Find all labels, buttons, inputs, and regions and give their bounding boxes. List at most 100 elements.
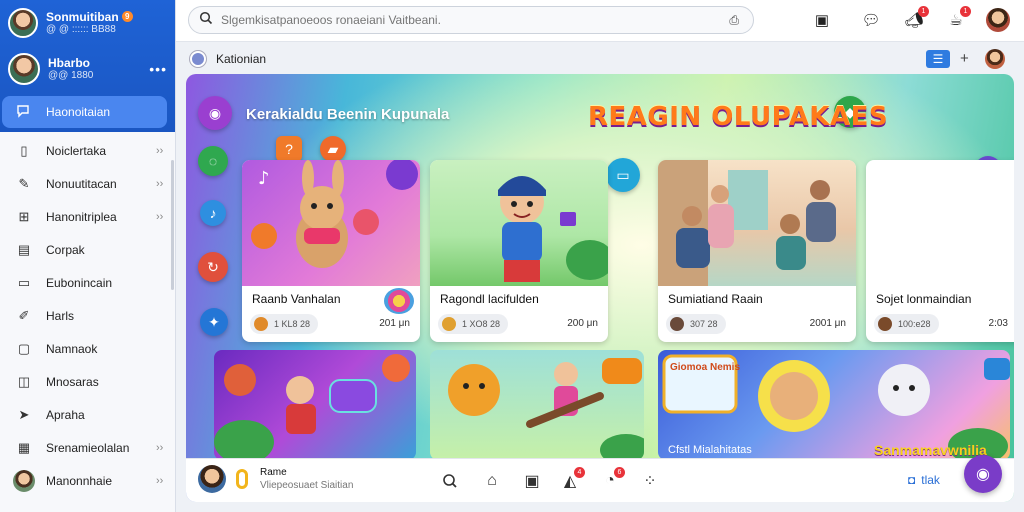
sidebar-item-label: Corpak bbox=[46, 242, 85, 257]
sidebar-item[interactable]: ➤ Apraha bbox=[0, 398, 176, 431]
app-bubble-icon[interactable]: ✦ bbox=[200, 308, 228, 336]
hero-banner: ◉ ◌ ♪ ↻ ✦ ♫ ▭ ◆ ◎ ◍ ✋ ▢ ♬ ? ▰ Kerakialdu… bbox=[186, 74, 1014, 502]
sidebar-item-label: Noiclertaka bbox=[46, 143, 107, 158]
document-icon: ▯ bbox=[20, 142, 28, 158]
sidebar-item[interactable]: ▤ Corpak bbox=[0, 233, 176, 266]
breadcrumb-label[interactable]: Kationian bbox=[216, 52, 266, 66]
card-thumbnail bbox=[866, 160, 1014, 286]
sidebar-item[interactable]: ▯ Noiclertaka ›› bbox=[0, 134, 176, 167]
secondary-account[interactable]: Hbarbo @@ 1880 ••• bbox=[8, 52, 167, 86]
dock-subtitle: Vliepeosuaet Siaitian bbox=[260, 480, 354, 491]
sidebar-item-active[interactable]: Haonoitaian bbox=[2, 96, 167, 128]
avatar bbox=[13, 469, 35, 492]
sidebar-item[interactable]: ⊞ Hanonitriplea ›› bbox=[0, 200, 176, 233]
section-title: Kerakialdu Beenin Kupunala bbox=[246, 106, 450, 123]
sidebar-item[interactable]: ◫ Mnosaras bbox=[0, 365, 176, 398]
content-card[interactable]: Sojet lonmaindian 100:e28 2:03 bbox=[866, 160, 1014, 342]
compass-icon[interactable]: ◭ 4 bbox=[560, 467, 585, 491]
app-bubble-icon[interactable]: ▰ bbox=[320, 136, 346, 162]
card-thumbnail bbox=[214, 354, 410, 460]
home-icon[interactable]: ⌂ bbox=[482, 471, 502, 491]
content-card[interactable] bbox=[430, 350, 644, 460]
hero-title: REAGIN OLUPAKAES bbox=[588, 102, 889, 132]
bottom-dock: Rame Vliepeosuaet Siaitian ⌂ ▣ ◭ 4 ◔ 6 ⁘ ◘… bbox=[186, 455, 1014, 502]
notification-badge: 1 bbox=[918, 6, 929, 17]
pencil-icon: ✐ bbox=[18, 307, 30, 323]
sidebar-item[interactable]: ▢ Namnaok bbox=[0, 332, 176, 365]
card-thumbnail: ♪ bbox=[242, 160, 420, 286]
avatar[interactable] bbox=[8, 53, 40, 85]
chat-bubble-icon[interactable]: ? bbox=[276, 136, 302, 162]
avatar[interactable] bbox=[8, 8, 38, 38]
tablet-icon[interactable]: ▣ bbox=[812, 10, 832, 30]
avatar bbox=[878, 317, 892, 331]
sidebar-item-label: Haonoitaian bbox=[46, 105, 111, 119]
sidebar-scrollbar[interactable] bbox=[171, 160, 174, 290]
card-overlay-title: Giomoa Nemis bbox=[670, 362, 741, 373]
channel-icon bbox=[442, 317, 456, 331]
sidebar-item[interactable]: ✐ Harls bbox=[0, 299, 176, 332]
sidebar-item-label: Nonuutitacan bbox=[46, 176, 117, 191]
content-card[interactable]: Giomoa Nemis Cfstl Mialahitatas Sanmamav… bbox=[658, 350, 1010, 460]
assistant-button[interactable]: ◉ bbox=[964, 455, 1002, 493]
top-bar: ⎙ ▣ 💬︎ 📣︎1 ☕︎1 bbox=[176, 0, 1024, 42]
more-menu-icon[interactable]: ••• bbox=[149, 61, 167, 77]
sidebar-item[interactable]: Manonnhaie ›› bbox=[0, 464, 176, 497]
card-meta: 1 KL8 28 bbox=[250, 314, 319, 334]
palette-icon[interactable] bbox=[384, 288, 414, 314]
grid-icon: ⊞ bbox=[18, 208, 30, 224]
app-bubble-icon[interactable]: ↻ bbox=[198, 252, 228, 282]
content-card[interactable]: ♪ Raanb Vanhalan 1 KL8 28 201 μn bbox=[242, 160, 420, 342]
chat-icon bbox=[16, 104, 30, 121]
content-card[interactable]: Ragondl lacifulden 1 XO8 28 200 μn bbox=[430, 160, 608, 342]
channel-icon bbox=[254, 317, 268, 331]
content-card[interactable] bbox=[214, 350, 416, 460]
cup-icon[interactable]: ☕︎ 1 bbox=[946, 6, 971, 30]
megaphone-icon[interactable]: 📣︎ 1 bbox=[904, 6, 929, 30]
sidebar-item-label: Srenamieolalan bbox=[46, 440, 130, 455]
notification-badge: 6 bbox=[614, 467, 625, 478]
dock-link[interactable]: ◘ tlak bbox=[908, 473, 940, 487]
sidebar-item-label: Mnosaras bbox=[46, 374, 99, 389]
search-icon[interactable] bbox=[440, 471, 460, 491]
sidebar-item-label: Apraha bbox=[46, 407, 85, 422]
add-icon[interactable]: + bbox=[960, 50, 969, 67]
card-meta-text: 307 28 bbox=[690, 319, 718, 329]
secondary-account-name: Hbarbo bbox=[48, 55, 90, 70]
card-meta: 100:e28 bbox=[874, 314, 939, 334]
avatar[interactable] bbox=[985, 49, 1005, 69]
apps-icon[interactable]: ⁘ bbox=[640, 471, 660, 491]
screen-icon[interactable]: ▭ bbox=[606, 158, 640, 192]
sidebar-item[interactable]: ▦ Srenamieolalan ›› bbox=[0, 431, 176, 464]
coin-icon bbox=[236, 469, 248, 489]
chevron-right-icon: ›› bbox=[156, 441, 164, 454]
primary-account[interactable]: Sonmuitiban 9 @ @ :::::: BB88 bbox=[8, 6, 167, 40]
dock-link-label: tlak bbox=[921, 473, 940, 487]
sidebar-item-label: Eubonincain bbox=[46, 275, 113, 290]
primary-account-sub: @ @ :::::: BB88 bbox=[46, 23, 116, 35]
folder-icon: ▭ bbox=[17, 274, 31, 290]
secondary-account-sub: @@ 1880 bbox=[48, 69, 94, 81]
content-card[interactable]: Sumiatiand Raain 307 28 2001 μn bbox=[658, 160, 856, 342]
sidebar-item[interactable]: ✎ Nonuutitacan ›› bbox=[0, 167, 176, 200]
card-caption: Sanmamavwnilia bbox=[874, 442, 987, 458]
app-bubble-icon[interactable]: ◌ bbox=[198, 146, 228, 176]
search-icon[interactable] bbox=[199, 11, 213, 30]
avatar[interactable] bbox=[198, 465, 226, 493]
chat-bubble-icon[interactable]: 💬︎ bbox=[861, 10, 881, 30]
notification-badge: 4 bbox=[574, 467, 585, 478]
search-bar[interactable]: ⎙ bbox=[188, 6, 754, 34]
app-bubble-icon[interactable]: ◉ bbox=[198, 96, 232, 130]
card-title: Sumiatiand Raain bbox=[668, 292, 763, 306]
search-input[interactable] bbox=[221, 13, 721, 27]
sidebar-item[interactable]: ▭ Eubonincain bbox=[0, 266, 176, 299]
camera-icon[interactable]: ⎙ bbox=[729, 13, 739, 28]
avatar[interactable] bbox=[986, 8, 1010, 32]
list-view-button[interactable]: ☰ bbox=[926, 50, 950, 68]
breadcrumb: Kationian bbox=[190, 48, 266, 70]
calendar-icon[interactable]: ▣ bbox=[522, 471, 542, 491]
app-bubble-icon[interactable]: ♪ bbox=[200, 200, 226, 226]
card-title: Raanb Vanhalan bbox=[252, 292, 341, 306]
notification-icon[interactable]: ◔ 6 bbox=[600, 467, 625, 491]
card-meta-text: 1 XO8 28 bbox=[462, 319, 501, 329]
